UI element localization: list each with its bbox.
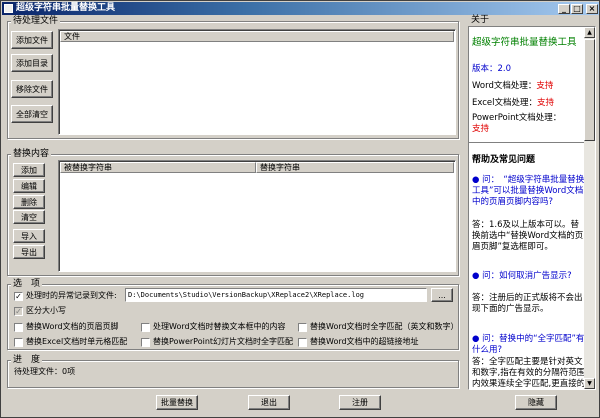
close-button[interactable]: × <box>586 4 598 14</box>
word-textbox-label: 处理Word文档时替换文本框中的内容 <box>153 322 286 331</box>
ppt-full-match-option[interactable]: 替换PowerPoint幻灯片文档时全字匹配 <box>141 337 293 347</box>
about-excel-value: 支持 <box>537 98 555 108</box>
word-full-match-checkbox[interactable] <box>298 322 307 332</box>
word-full-match-option[interactable]: 替换Word文档时全字匹配（英文和数字） <box>298 322 459 332</box>
about-ppt-value: 支持 <box>472 124 490 134</box>
main-window: 超级字符串批量替换工具 _ □ × 待处理文件 添加文件 添加目录 移除文件 全… <box>0 0 600 418</box>
about-app-name: 超级字符串批量替换工具 <box>472 37 577 48</box>
word-hyperlink-label: 替换Word文档中的超链接地址 <box>310 337 419 346</box>
delete-button[interactable]: 删除 <box>13 195 45 209</box>
progress-status: 待处理文件：0项 <box>14 367 76 376</box>
title-bar[interactable]: 超级字符串批量替换工具 _ □ × <box>2 2 599 15</box>
column-header-file[interactable]: 文件 <box>60 31 454 42</box>
replace-content-label: 替换内容 <box>11 149 52 159</box>
ppt-full-match-label: 替换PowerPoint幻灯片文档时全字匹配 <box>153 337 294 346</box>
faq-question-2[interactable]: ● 问：如何取消广告显示? <box>472 271 587 282</box>
maximize-button[interactable]: □ <box>571 4 583 14</box>
case-sensitive-label: 区分大小写 <box>26 306 66 315</box>
export-button[interactable]: 导出 <box>13 245 45 259</box>
about-panel[interactable]: 超级字符串批量替换工具 版本：2.0 Word文档处理：支持 Excel文档处理… <box>468 26 596 390</box>
scroll-thumb[interactable] <box>584 39 595 141</box>
ppt-full-match-checkbox[interactable] <box>141 337 150 347</box>
about-label: 关于 <box>469 15 492 25</box>
window-title: 超级字符串批量替换工具 <box>16 3 116 13</box>
word-hyperlink-checkbox[interactable] <box>298 337 307 347</box>
word-textbox-checkbox[interactable] <box>141 322 150 332</box>
case-sensitive-option[interactable]: 区分大小写 <box>14 306 66 316</box>
remove-file-button[interactable]: 移除文件 <box>11 80 53 98</box>
faq-answer-3: 答：全字匹配主要是针对英文和数字,指在有效的分隔符范围内效果连续全字匹配,更直接… <box>472 357 586 389</box>
about-divider <box>469 142 585 144</box>
word-textbox-option[interactable]: 处理Word文档时替换文本框中的内容 <box>141 322 286 332</box>
faq-question-1-text: 问： “超级字符串批量替换工具”可以批量替换Word文档中的页眉页脚内容吗? <box>472 175 585 207</box>
minimize-button[interactable]: _ <box>558 4 570 14</box>
about-excel-label: Excel文档处理： <box>472 98 538 108</box>
about-version: 版本：2.0 <box>472 64 512 74</box>
hide-button[interactable]: 隐藏 <box>515 395 557 410</box>
pending-files-label: 待处理文件 <box>11 16 61 26</box>
options-label: 选 项 <box>11 279 43 289</box>
word-header-footer-option[interactable]: 替换Word文档的页眉页脚 <box>14 322 119 332</box>
case-sensitive-checkbox[interactable] <box>14 306 23 316</box>
faq-heading: 帮助及常见问题 <box>472 155 536 165</box>
scroll-down-arrow-icon[interactable]: ▼ <box>584 378 595 389</box>
word-header-footer-label: 替换Word文档的页眉页脚 <box>26 322 119 331</box>
register-button[interactable]: 注册 <box>339 395 381 410</box>
clear-all-button[interactable]: 全部清空 <box>11 105 53 123</box>
faq-question-3[interactable]: ● 问：替换中的“全字匹配”有什么用? <box>472 334 587 356</box>
faq-question-3-text: 问：替换中的“全字匹配”有什么用? <box>472 334 585 355</box>
about-ppt-label: PowerPoint文档处理： <box>472 113 562 123</box>
app-icon <box>4 4 13 13</box>
exit-button[interactable]: 退出 <box>248 395 290 410</box>
excel-full-match-label: 替换Excel文档时单元格匹配 <box>26 337 128 346</box>
word-full-match-label: 替换Word文档时全字匹配（英文和数字） <box>310 322 459 331</box>
log-errors-label: 处理时的异常记录到文件: <box>26 291 117 300</box>
batch-replace-button[interactable]: 批量替换 <box>156 395 198 410</box>
faq-answer-2: 答：注册后的正式版将不会出现下面的广告显示。 <box>472 293 583 314</box>
log-errors-option[interactable]: 处理时的异常记录到文件: <box>14 291 117 301</box>
about-excel-support: Excel文档处理：支持 <box>472 98 554 109</box>
faq-answer-1: 答：1.6及以上版本可以。替换前选中“替换Word文档的页眉页脚”复选框即可。 <box>472 220 584 252</box>
log-errors-checkbox[interactable] <box>14 291 23 301</box>
scroll-up-arrow-icon[interactable]: ▲ <box>584 27 595 38</box>
faq-question-2-text: 问：如何取消广告显示? <box>482 271 572 281</box>
word-hyperlink-option[interactable]: 替换Word文档中的超链接地址 <box>298 337 419 347</box>
add-button[interactable]: 添加 <box>13 163 45 177</box>
column-header-replace[interactable]: 替换字符串 <box>256 162 454 173</box>
import-button[interactable]: 导入 <box>13 229 45 243</box>
browse-button[interactable]: ... <box>431 288 453 302</box>
add-file-button[interactable]: 添加文件 <box>11 31 53 49</box>
clear-button[interactable]: 清空 <box>13 210 45 224</box>
progress-label: 进 度 <box>11 355 43 365</box>
file-list[interactable]: 文件 <box>58 29 456 135</box>
log-path-field[interactable]: D:\Documents\Studio\VersionBackup\XRepla… <box>125 288 427 302</box>
about-scrollbar[interactable]: ▲ ▼ <box>584 27 595 389</box>
excel-full-match-option[interactable]: 替换Excel文档时单元格匹配 <box>14 337 127 347</box>
column-header-find[interactable]: 被替换字符串 <box>60 162 256 173</box>
edit-button[interactable]: 编辑 <box>13 179 45 193</box>
excel-full-match-checkbox[interactable] <box>14 337 23 347</box>
add-directory-button[interactable]: 添加目录 <box>11 54 53 72</box>
about-word-value: 支持 <box>536 81 554 91</box>
faq-question-1[interactable]: ● 问： “超级字符串批量替换工具”可以批量替换Word文档中的页眉页脚内容吗? <box>472 175 587 208</box>
about-word-label: Word文档处理： <box>472 81 537 91</box>
about-word-support: Word文档处理：支持 <box>472 81 553 92</box>
replace-list[interactable]: 被替换字符串 替换字符串 <box>58 160 456 272</box>
word-header-footer-checkbox[interactable] <box>14 322 23 332</box>
